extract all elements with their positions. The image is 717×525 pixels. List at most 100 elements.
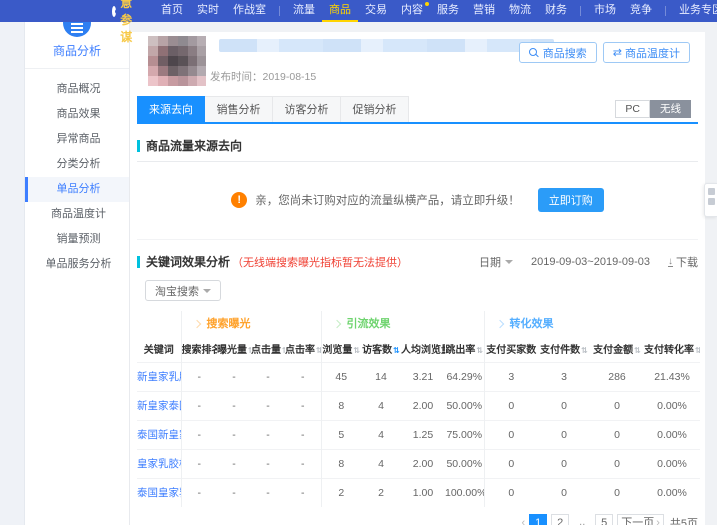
date-dropdown[interactable]: 日期: [479, 254, 514, 270]
cell: 2.00: [401, 448, 445, 478]
col-header-label: 关键词: [143, 344, 174, 356]
col-header-0: 关键词: [137, 335, 181, 362]
sidebar-item-4[interactable]: 单品分析: [25, 177, 129, 202]
cell: 0.00%: [644, 477, 700, 507]
nav-divider: [580, 6, 582, 16]
tab-bar: 来源去向 销售分析 访客分析 促销分析 PC 无线: [137, 96, 698, 124]
next-page-button[interactable]: 下一页 ›: [617, 514, 664, 525]
toggle-wireless[interactable]: 无线: [650, 100, 691, 118]
nav-item-1[interactable]: 实时: [190, 0, 226, 22]
sort-icon[interactable]: ⇅: [695, 346, 700, 355]
floating-widget[interactable]: [704, 183, 717, 217]
col-header-label: 曝光量: [217, 344, 247, 356]
col-header-10[interactable]: 支付件数⇅: [538, 335, 590, 362]
top-nav: 生意参谋 首页实时作战室流量商品交易内容服务营销物流财务市场竞争业务专区取数学院…: [0, 0, 717, 44]
col-header-label: 跳出率: [445, 344, 476, 356]
nav-item-8[interactable]: 服务: [430, 0, 466, 22]
nav-item-13[interactable]: 市场: [587, 0, 623, 22]
tab-3[interactable]: 促销分析: [341, 96, 409, 122]
sidebar-item-2[interactable]: 异常商品: [25, 127, 129, 152]
download-link[interactable]: ↓ 下载: [668, 254, 698, 270]
cell: -: [180, 419, 217, 449]
col-header-7[interactable]: 人均浏览量⇅: [401, 335, 445, 362]
col-header-9: 支付买家数: [483, 335, 538, 362]
sidebar-item-1[interactable]: 商品效果: [25, 102, 129, 127]
cell: -: [180, 390, 217, 420]
table-group-2: 转化效果: [483, 311, 700, 335]
nav-item-7[interactable]: 内容: [394, 0, 430, 22]
nav-item-6[interactable]: 交易: [358, 0, 394, 22]
nav-item-11[interactable]: 财务: [538, 0, 574, 22]
tab-0[interactable]: 来源去向: [137, 96, 205, 122]
order-now-button[interactable]: 立即订购: [537, 188, 604, 212]
page-5[interactable]: 5: [595, 514, 614, 525]
toggle-pc[interactable]: PC: [615, 100, 650, 118]
cell: -: [285, 390, 321, 420]
main-content: 发布时间：2019-08-15 商品搜索 ⇄ 商品温度计 来源去向 销售分析 访客分…: [130, 32, 705, 525]
sort-icon[interactable]: ⇅: [393, 346, 400, 355]
nav-item-10[interactable]: 物流: [502, 0, 538, 22]
cell: 0: [483, 419, 538, 449]
nav-item-16[interactable]: 业务专区: [672, 0, 717, 22]
search-icon: [528, 47, 539, 58]
col-header-label: 支付买家数: [486, 344, 537, 356]
nav-item-5[interactable]: 商品: [322, 0, 359, 22]
col-header-5[interactable]: 浏览量⇅: [320, 335, 361, 362]
keyword-link[interactable]: 新皇家乳胶枕: [137, 361, 181, 391]
col-header-4[interactable]: 点击率⇅: [285, 335, 321, 362]
table-row-4: 泰国皇家乳胶----221.00100.00%0000.00%: [137, 477, 700, 507]
col-header-1[interactable]: 搜索排名⇅: [180, 335, 217, 362]
col-header-12[interactable]: 支付转化率⇅: [644, 335, 700, 362]
tab-1[interactable]: 销售分析: [205, 96, 273, 122]
sidebar-item-0[interactable]: 商品概况: [25, 77, 129, 102]
nav-divider: [279, 6, 281, 16]
sidebar-item-6[interactable]: 销量预测: [25, 227, 129, 252]
nav-item-0[interactable]: 首页: [154, 0, 190, 22]
col-header-label: 访客数: [362, 344, 393, 356]
nav-item-4[interactable]: 流量: [286, 0, 322, 22]
col-header-3[interactable]: 点击量⇅: [251, 335, 285, 362]
sort-icon[interactable]: ⇅: [353, 346, 360, 355]
col-header-2[interactable]: 曝光量⇅: [217, 335, 251, 362]
cell: 75.00%: [445, 419, 484, 449]
prev-page-button[interactable]: ‹: [522, 517, 526, 525]
sort-icon[interactable]: ⇅: [476, 346, 483, 355]
nav-item-2[interactable]: 作战室: [226, 0, 273, 22]
col-header-11[interactable]: 支付金额⇅: [590, 335, 644, 362]
nav-item-14[interactable]: 竞争: [623, 0, 659, 22]
cell: 2.00: [401, 390, 445, 420]
sidebar-item-3[interactable]: 分类分析: [25, 152, 129, 177]
col-header-8[interactable]: 跳出率⇅: [445, 335, 484, 362]
col-header-6[interactable]: 访客数⇅: [361, 335, 401, 362]
cell: 3: [483, 361, 538, 391]
keyword-link[interactable]: 新皇家泰国乳: [137, 390, 181, 420]
flow-section-header: 商品流量来源去向: [137, 137, 698, 154]
page-1[interactable]: 1: [529, 514, 548, 525]
sidebar-item-5[interactable]: 商品温度计: [25, 202, 129, 227]
sort-icon[interactable]: ⇅: [634, 346, 641, 355]
group-label: 搜索曝光: [206, 318, 251, 330]
sort-icon[interactable]: ⇅: [316, 346, 321, 355]
product-thermometer-button[interactable]: ⇄ 商品温度计: [602, 42, 690, 63]
tab-2[interactable]: 访客分析: [273, 96, 341, 122]
nav-item-9[interactable]: 营销: [466, 0, 502, 22]
keyword-section-note: （无线端搜索曝光指标暂无法提供）: [232, 256, 409, 269]
cell: -: [217, 448, 251, 478]
date-range[interactable]: 2019-09-03~2019-09-03: [531, 256, 650, 268]
sidebar-item-7[interactable]: 单品服务分析: [25, 252, 129, 277]
download-icon: ↓: [668, 255, 673, 267]
keyword-link[interactable]: 泰国新皇家乳: [137, 419, 181, 449]
product-header: 发布时间：2019-08-15 商品搜索 ⇄ 商品温度计: [137, 32, 698, 94]
sort-icon[interactable]: ⇅: [581, 346, 588, 355]
keyword-link[interactable]: 泰国皇家乳胶: [137, 477, 181, 507]
col-header-label: 点击量: [251, 344, 281, 356]
page-2[interactable]: 2: [551, 514, 570, 525]
product-search-button[interactable]: 商品搜索: [518, 42, 597, 63]
logo-text[interactable]: 生意参谋: [120, 0, 140, 45]
keyword-link[interactable]: 皇家乳胶枕: [137, 448, 181, 478]
logo[interactable]: 生意参谋: [112, 0, 140, 45]
table-group-row: 搜索曝光 引流效果 转化效果: [137, 311, 700, 335]
group-label: 转化效果: [509, 318, 554, 330]
channel-filter-dropdown[interactable]: 淘宝搜索: [145, 280, 221, 301]
upgrade-warning: ! 亲，您尚未订购对应的流量纵横产品，请立即升级！ 立即订购: [137, 161, 698, 240]
